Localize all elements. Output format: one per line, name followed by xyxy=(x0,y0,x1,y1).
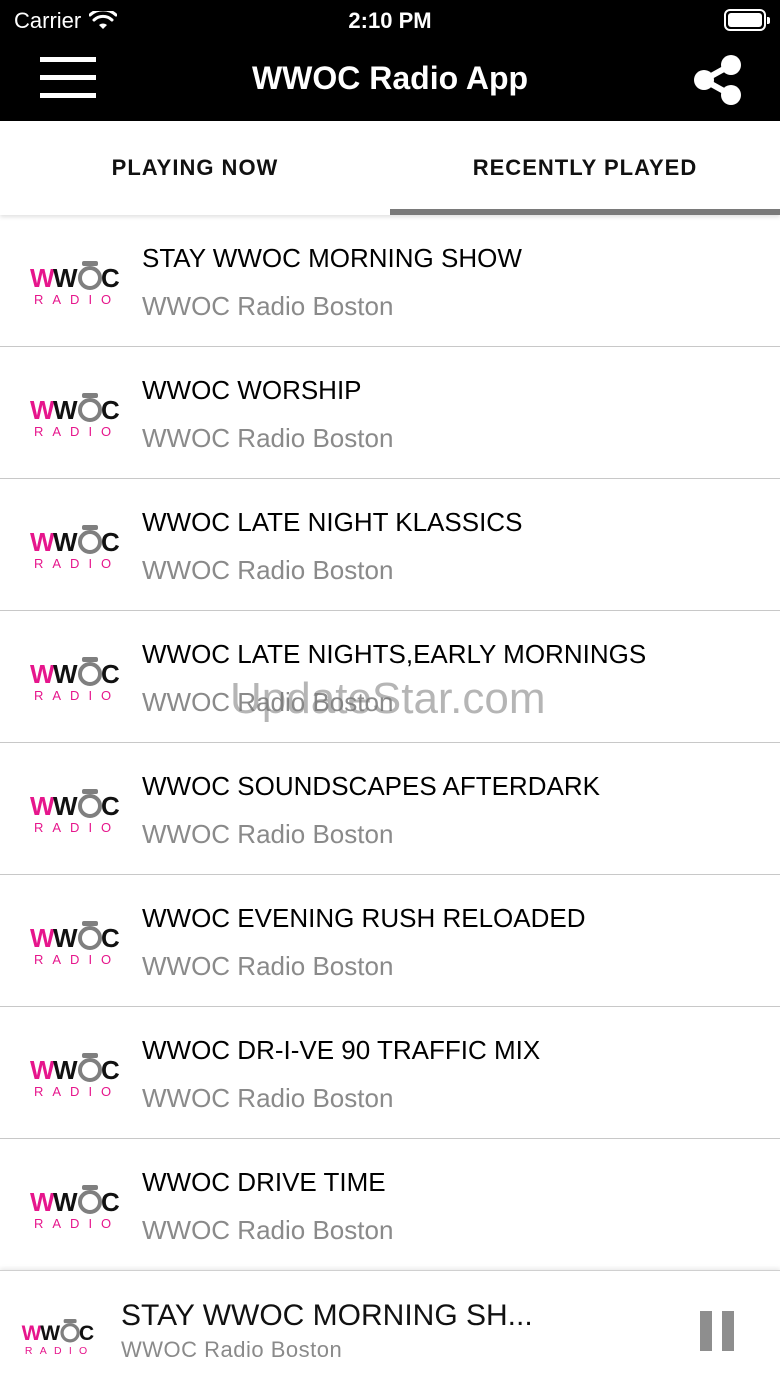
station-logo: WW CRADIO xyxy=(30,1185,120,1231)
svg-text:W: W xyxy=(40,1322,60,1345)
station-name: WWOC Radio Boston xyxy=(142,1215,394,1245)
svg-text:C: C xyxy=(101,1055,120,1085)
svg-text:C: C xyxy=(101,659,120,689)
station-name: WWOC Radio Boston xyxy=(142,423,394,453)
tab-recently-played[interactable]: RECENTLY PLAYED xyxy=(390,121,780,215)
track-title: STAY WWOC MORNING SHOW xyxy=(142,243,522,273)
active-tab-indicator xyxy=(390,209,780,215)
svg-text:W: W xyxy=(30,659,55,689)
svg-text:W: W xyxy=(30,263,55,293)
svg-text:RADIO: RADIO xyxy=(25,1345,95,1357)
station-name: WWOC Radio Boston xyxy=(142,951,394,981)
station-name: WWOC Radio Boston xyxy=(142,555,394,585)
app-title: WWOC Radio App xyxy=(251,60,529,96)
station-name: WWOC Radio Boston xyxy=(142,291,394,321)
track-title: WWOC LATE NIGHT KLASSICS xyxy=(142,507,523,537)
list-item[interactable]: W W C RADIO WWOC DRIVE TIME WWOC Radio Bost… xyxy=(0,1139,780,1271)
list-item[interactable]: W W C RADIO WWOC SOUNDSCAPES AFTERDARK WWOC… xyxy=(0,743,780,875)
list-item[interactable]: W W C RADIO WWOC DR-I-VE 90 TRAFFIC MIX WWO… xyxy=(0,1007,780,1139)
svg-text:C: C xyxy=(101,527,120,557)
status-time: 2:10 PM xyxy=(348,8,432,33)
share-icon[interactable] xyxy=(690,50,746,110)
status-bar: Carrier 2:10 PM xyxy=(0,0,780,40)
svg-text:C: C xyxy=(101,395,120,425)
svg-text:RADIO: RADIO xyxy=(34,688,120,703)
svg-text:W: W xyxy=(30,791,55,821)
svg-text:C: C xyxy=(101,263,120,293)
svg-text:W: W xyxy=(53,791,78,821)
station-name: WWOC Radio Boston xyxy=(142,1083,394,1113)
track-title: WWOC DR-I-VE 90 TRAFFIC MIX xyxy=(142,1035,541,1065)
station-logo: WW CRADIO xyxy=(30,1053,120,1099)
svg-text:W: W xyxy=(30,1055,55,1085)
tab-bar: PLAYING NOW RECENTLY PLAYED xyxy=(0,121,780,215)
svg-text:C: C xyxy=(101,1187,120,1217)
svg-text:W: W xyxy=(30,923,55,953)
svg-text:W: W xyxy=(22,1322,42,1345)
watermark: UpdateStar.com xyxy=(230,674,546,723)
svg-text:RADIO: RADIO xyxy=(34,1216,120,1231)
svg-text:C: C xyxy=(79,1322,94,1345)
station-logo: WW CRADIO xyxy=(30,261,120,307)
svg-text:W: W xyxy=(53,1187,78,1217)
station-logo: WW CRADIO xyxy=(30,525,120,571)
svg-text:W: W xyxy=(30,1187,55,1217)
player-station-name: WWOC Radio Boston xyxy=(121,1337,343,1362)
list-item[interactable]: W W C RADIO WWOC WORSHIP WWOC Radio Boston xyxy=(0,347,780,479)
svg-text:W: W xyxy=(53,659,78,689)
list-item[interactable]: W W C RADIO WWOC EVENING RUSH RELOADED WWOC… xyxy=(0,875,780,1007)
tab-playing-now[interactable]: PLAYING NOW xyxy=(0,121,390,215)
station-logo: WW CRADIO xyxy=(30,921,120,967)
station-logo: WW CRADIO xyxy=(30,393,120,439)
track-title: WWOC EVENING RUSH RELOADED xyxy=(142,903,586,933)
mini-player[interactable]: W W C RADIO STAY WWOC MORNING SH... WWOC Ra… xyxy=(0,1270,780,1387)
station-logo: WW CRADIO xyxy=(30,657,120,703)
recently-played-list: W W C RADIO STAY WWOC MORNING SHOW WWOC Rad… xyxy=(0,215,780,1271)
svg-text:C: C xyxy=(101,791,120,821)
svg-text:RADIO: RADIO xyxy=(34,292,120,307)
svg-text:W: W xyxy=(53,527,78,557)
pause-icon[interactable] xyxy=(698,1311,738,1351)
station-logo: WW CRADIO xyxy=(30,789,120,835)
svg-text:RADIO: RADIO xyxy=(34,424,120,439)
svg-text:W: W xyxy=(30,395,55,425)
track-title: WWOC DRIVE TIME xyxy=(142,1167,386,1197)
svg-text:RADIO: RADIO xyxy=(34,820,120,835)
svg-text:W: W xyxy=(53,1055,78,1085)
track-title: WWOC SOUNDSCAPES AFTERDARK xyxy=(142,771,600,801)
svg-text:RADIO: RADIO xyxy=(34,1084,120,1099)
list-item[interactable]: W W C RADIO STAY WWOC MORNING SHOW WWOC Rad… xyxy=(0,215,780,347)
svg-text:W: W xyxy=(53,263,78,293)
svg-text:W: W xyxy=(53,395,78,425)
svg-text:RADIO: RADIO xyxy=(34,556,120,571)
svg-text:W: W xyxy=(30,527,55,557)
station-name: WWOC Radio Boston xyxy=(142,819,394,849)
track-title: WWOC WORSHIP xyxy=(142,375,362,405)
player-track-title: STAY WWOC MORNING SH... xyxy=(121,1299,533,1332)
player-station-logo: WW CRADIO xyxy=(22,1319,95,1357)
svg-text:W: W xyxy=(53,923,78,953)
app-header: WWOC Radio App xyxy=(0,40,780,121)
list-item[interactable]: W W C RADIO WWOC LATE NIGHT KLASSICS WWOC R… xyxy=(0,479,780,611)
svg-text:RADIO: RADIO xyxy=(34,952,120,967)
battery-icon xyxy=(724,9,770,31)
track-title: WWOC LATE NIGHTS,EARLY MORNINGS xyxy=(142,639,647,669)
svg-text:C: C xyxy=(101,923,120,953)
